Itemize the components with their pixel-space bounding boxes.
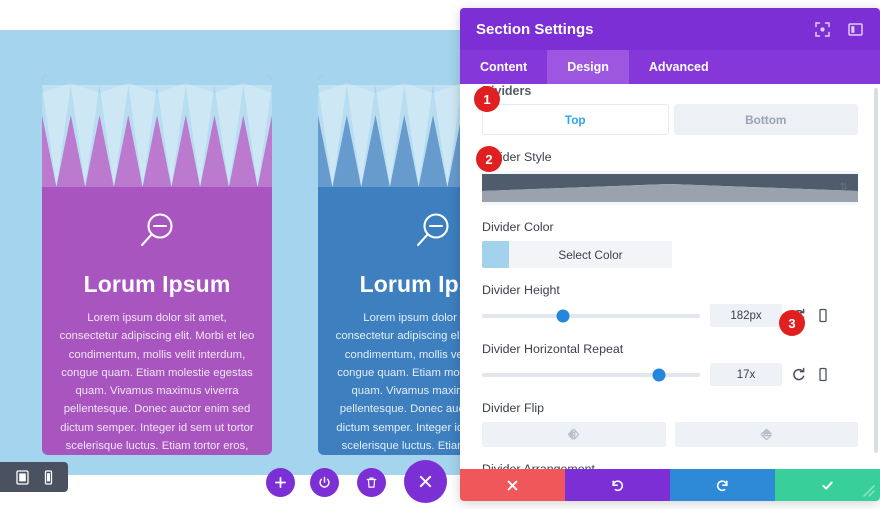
divider-repeat-slider[interactable] [482,368,700,381]
redo-icon [715,478,730,493]
section-divider-zigzag [42,75,272,187]
panel-scrollbar[interactable] [874,88,878,453]
tablet-icon[interactable] [16,469,29,485]
divider-height-value[interactable]: 182px [710,304,782,327]
divider-style-select[interactable]: ⇅ [482,171,858,205]
power-button[interactable] [310,468,339,497]
phone-icon[interactable] [42,469,55,485]
divider-position-toggle[interactable]: Top Bottom [482,104,858,135]
divider-horizontal-repeat-row[interactable]: 17x [482,363,858,386]
add-button[interactable] [266,468,295,497]
power-icon [318,476,331,489]
divider-color-label: Divider Color [482,220,554,234]
save-button[interactable] [775,469,880,501]
undo-icon [610,478,625,493]
plus-icon [274,476,287,489]
section-settings-panel[interactable]: Section Settings Content Design Advanced [460,8,880,501]
panel-title: Section Settings [476,20,594,38]
select-color-button[interactable]: Select Color [509,241,672,268]
color-swatch[interactable] [482,241,509,268]
tab-advanced[interactable]: Advanced [629,50,729,84]
panel-header: Section Settings [460,8,880,50]
undo-button[interactable] [565,469,670,501]
divider-horizontal-repeat-label: Divider Horizontal Repeat [482,342,624,356]
divider-height-slider[interactable] [482,309,700,322]
close-x-icon [505,478,520,493]
divider-repeat-value[interactable]: 17x [710,363,782,386]
tab-design[interactable]: Design [547,50,629,84]
divider-height-label: Divider Height [482,283,560,297]
layout-toggle-icon[interactable] [847,21,864,38]
toggle-top[interactable]: Top [482,104,669,135]
panel-scroll-area[interactable]: Dividers Top Bottom Divider Style ⇅ Divi… [460,84,880,469]
divider-flip-label: Divider Flip [482,401,544,415]
close-x-icon [417,473,434,490]
step-badge-3: 3 [779,310,805,336]
trash-icon [365,476,378,489]
responsive-phone-icon[interactable] [816,367,830,382]
flip-horizontal-icon[interactable] [482,422,666,447]
divider-flip-row[interactable] [482,422,858,447]
step-badge-2: 2 [476,146,502,172]
reset-icon[interactable] [792,367,806,382]
step-badge-1: 1 [474,86,500,112]
section-heading-dividers: Dividers [482,84,532,98]
tab-content[interactable]: Content [460,50,547,84]
divider-style-label: Divider Style [482,150,552,164]
content-card-purple[interactable]: Lorum Ipsum Lorem ipsum dolor sit amet, … [42,75,272,455]
chevron-updown-icon: ⇅ [839,182,848,193]
magnifier-minus-icon [410,209,456,255]
resize-handle-icon[interactable] [861,483,877,499]
cancel-button[interactable] [460,469,565,501]
card-title: Lorum Ipsum [83,271,231,297]
card-description: Lorem ipsum dolor sit amet, consectetur … [59,312,255,453]
card-body: Lorum Ipsum Lorem ipsum dolor sit amet, … [42,187,272,455]
divider-color-row[interactable]: Select Color [482,241,858,268]
slider-knob[interactable] [652,368,666,381]
bowtie-divider-preview [482,171,858,205]
magnifier-minus-icon [134,209,180,255]
responsive-phone-icon[interactable] [816,308,830,323]
toggle-bottom[interactable]: Bottom [673,104,858,135]
delete-button[interactable] [357,468,386,497]
slider-knob[interactable] [556,309,570,322]
expand-icon[interactable] [814,21,831,38]
panel-action-bar[interactable] [460,469,880,501]
device-preview-bar[interactable] [0,462,68,492]
flip-vertical-icon[interactable] [674,422,858,447]
close-builder-button[interactable] [404,460,447,503]
divider-arrangement-label: Divider Arrangement [482,462,595,469]
redo-button[interactable] [670,469,775,501]
check-icon [820,478,835,493]
panel-tabs[interactable]: Content Design Advanced [460,50,880,84]
screenshot-root: Lorum Ipsum Lorem ipsum dolor sit amet, … [0,0,880,509]
